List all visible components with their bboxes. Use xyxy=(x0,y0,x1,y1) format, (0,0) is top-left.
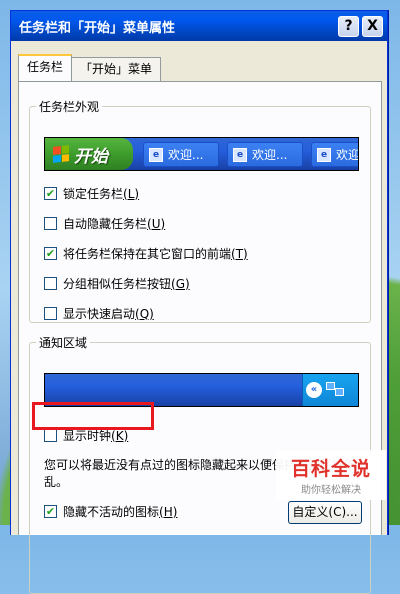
checkbox-unchecked[interactable] xyxy=(44,429,57,442)
checkbox-checked[interactable]: ✔ xyxy=(44,187,57,200)
taskbar-preview: 开始 e 欢迎... e 欢迎... e 欢迎... xyxy=(44,137,359,171)
system-tray: « xyxy=(302,374,358,406)
taskbar-appearance-group: 任务栏外观 开始 e 欢迎... e 欢迎... e 欢迎... xyxy=(29,98,371,323)
taskbar-item: e 欢迎... xyxy=(227,142,303,167)
window-title: 任务栏和「开始」菜单属性 xyxy=(19,20,176,36)
close-button[interactable]: X xyxy=(362,15,383,37)
start-button-preview: 开始 xyxy=(45,138,133,170)
window-icon: e xyxy=(317,147,331,162)
tab-start-menu[interactable]: 「开始」菜单 xyxy=(71,57,162,81)
tab-strip: 任务栏 「开始」菜单 xyxy=(18,54,162,81)
lock-taskbar-checkbox[interactable]: ✔ 锁定任务栏 (L) xyxy=(44,185,139,202)
auto-hide-checkbox[interactable]: 自动隐藏任务栏 (U) xyxy=(44,215,165,232)
window-icon: e xyxy=(233,147,247,162)
group-title: 通知区域 xyxy=(39,336,88,350)
highlight-box xyxy=(32,402,154,430)
watermark-subtitle: 助你轻松解决 xyxy=(301,485,361,496)
group-similar-checkbox[interactable]: 分组相似任务栏按钮 (G) xyxy=(44,275,190,292)
quick-launch-checkbox[interactable]: 显示快速启动 (Q) xyxy=(44,305,154,322)
checkbox-unchecked[interactable] xyxy=(44,217,57,230)
group-title: 任务栏外观 xyxy=(39,100,100,114)
start-label: 开始 xyxy=(74,146,108,167)
customize-button[interactable]: 自定义(C)... xyxy=(288,501,362,524)
window-icon: e xyxy=(149,147,163,162)
chevron-expand-icon: « xyxy=(306,382,322,398)
tab-taskbar[interactable]: 任务栏 xyxy=(18,54,73,81)
checkbox-unchecked[interactable] xyxy=(44,307,57,320)
title-bar[interactable]: 任务栏和「开始」菜单属性 ? X xyxy=(11,11,387,41)
hide-inactive-icons-checkbox[interactable]: ✔ 隐藏不活动的图标 (H) xyxy=(44,503,177,520)
network-icon xyxy=(326,382,346,398)
checkbox-checked[interactable]: ✔ xyxy=(44,247,57,260)
keep-on-top-checkbox[interactable]: ✔ 将任务栏保持在其它窗口的前端 (T) xyxy=(44,245,248,262)
taskbar-item: e 欢迎... xyxy=(311,142,358,167)
watermark-title: 百科全说 xyxy=(290,458,371,480)
checkbox-unchecked[interactable] xyxy=(44,277,57,290)
help-button[interactable]: ? xyxy=(338,15,359,37)
watermark: 百科全说 助你轻松解决 xyxy=(276,450,386,500)
windows-logo-icon xyxy=(53,145,69,163)
checkbox-checked[interactable]: ✔ xyxy=(44,505,57,518)
taskbar-item: e 欢迎... xyxy=(143,142,219,167)
